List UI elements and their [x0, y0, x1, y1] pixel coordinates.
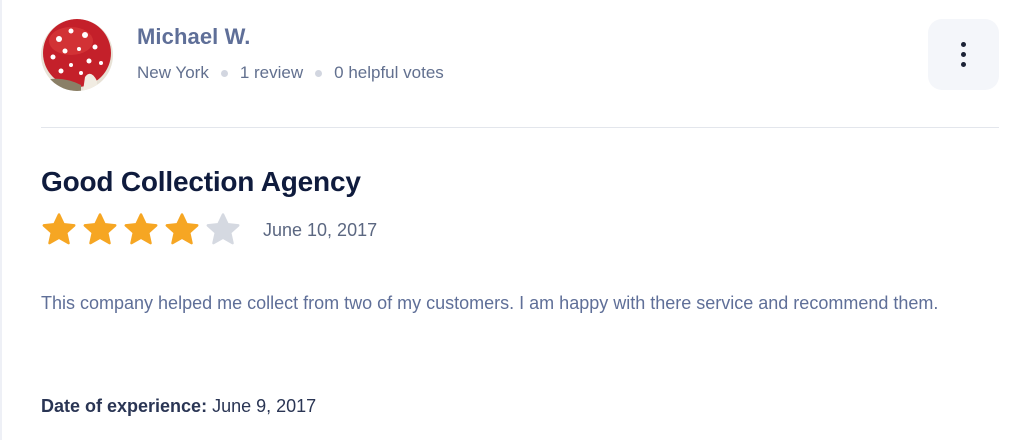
divider: [41, 127, 999, 128]
avatar-image: [41, 19, 113, 91]
star-empty-icon: [205, 212, 241, 248]
experience-label: Date of experience:: [41, 396, 208, 416]
separator-dot: [220, 69, 228, 77]
reviewer-meta: New York 1 review 0 helpful votes: [137, 63, 444, 83]
helpful-votes: 0 helpful votes: [334, 63, 444, 82]
review-count: 1 review: [239, 63, 304, 82]
review-date: June 10, 2017: [263, 220, 378, 240]
review-body: This company helped me collect from two …: [41, 293, 939, 313]
more-options-button[interactable]: [928, 19, 999, 90]
star-rating: [41, 212, 246, 248]
experience-date: June 9, 2017: [212, 396, 317, 416]
reviewer-name[interactable]: Michael W.: [137, 24, 250, 50]
star-filled-icon: [123, 212, 159, 248]
more-vertical-icon: [961, 42, 966, 47]
star-filled-icon: [82, 212, 118, 248]
star-filled-icon: [41, 212, 77, 248]
date-of-experience: Date of experience: June 9, 2017: [41, 396, 316, 417]
review-title: Good Collection Agency: [41, 166, 361, 197]
avatar[interactable]: [41, 19, 113, 91]
review-card: Michael W. New York 1 review 0 helpful v…: [0, 0, 1024, 440]
reviewer-location: New York: [137, 63, 209, 82]
separator-dot: [315, 69, 323, 77]
star-filled-icon: [164, 212, 200, 248]
